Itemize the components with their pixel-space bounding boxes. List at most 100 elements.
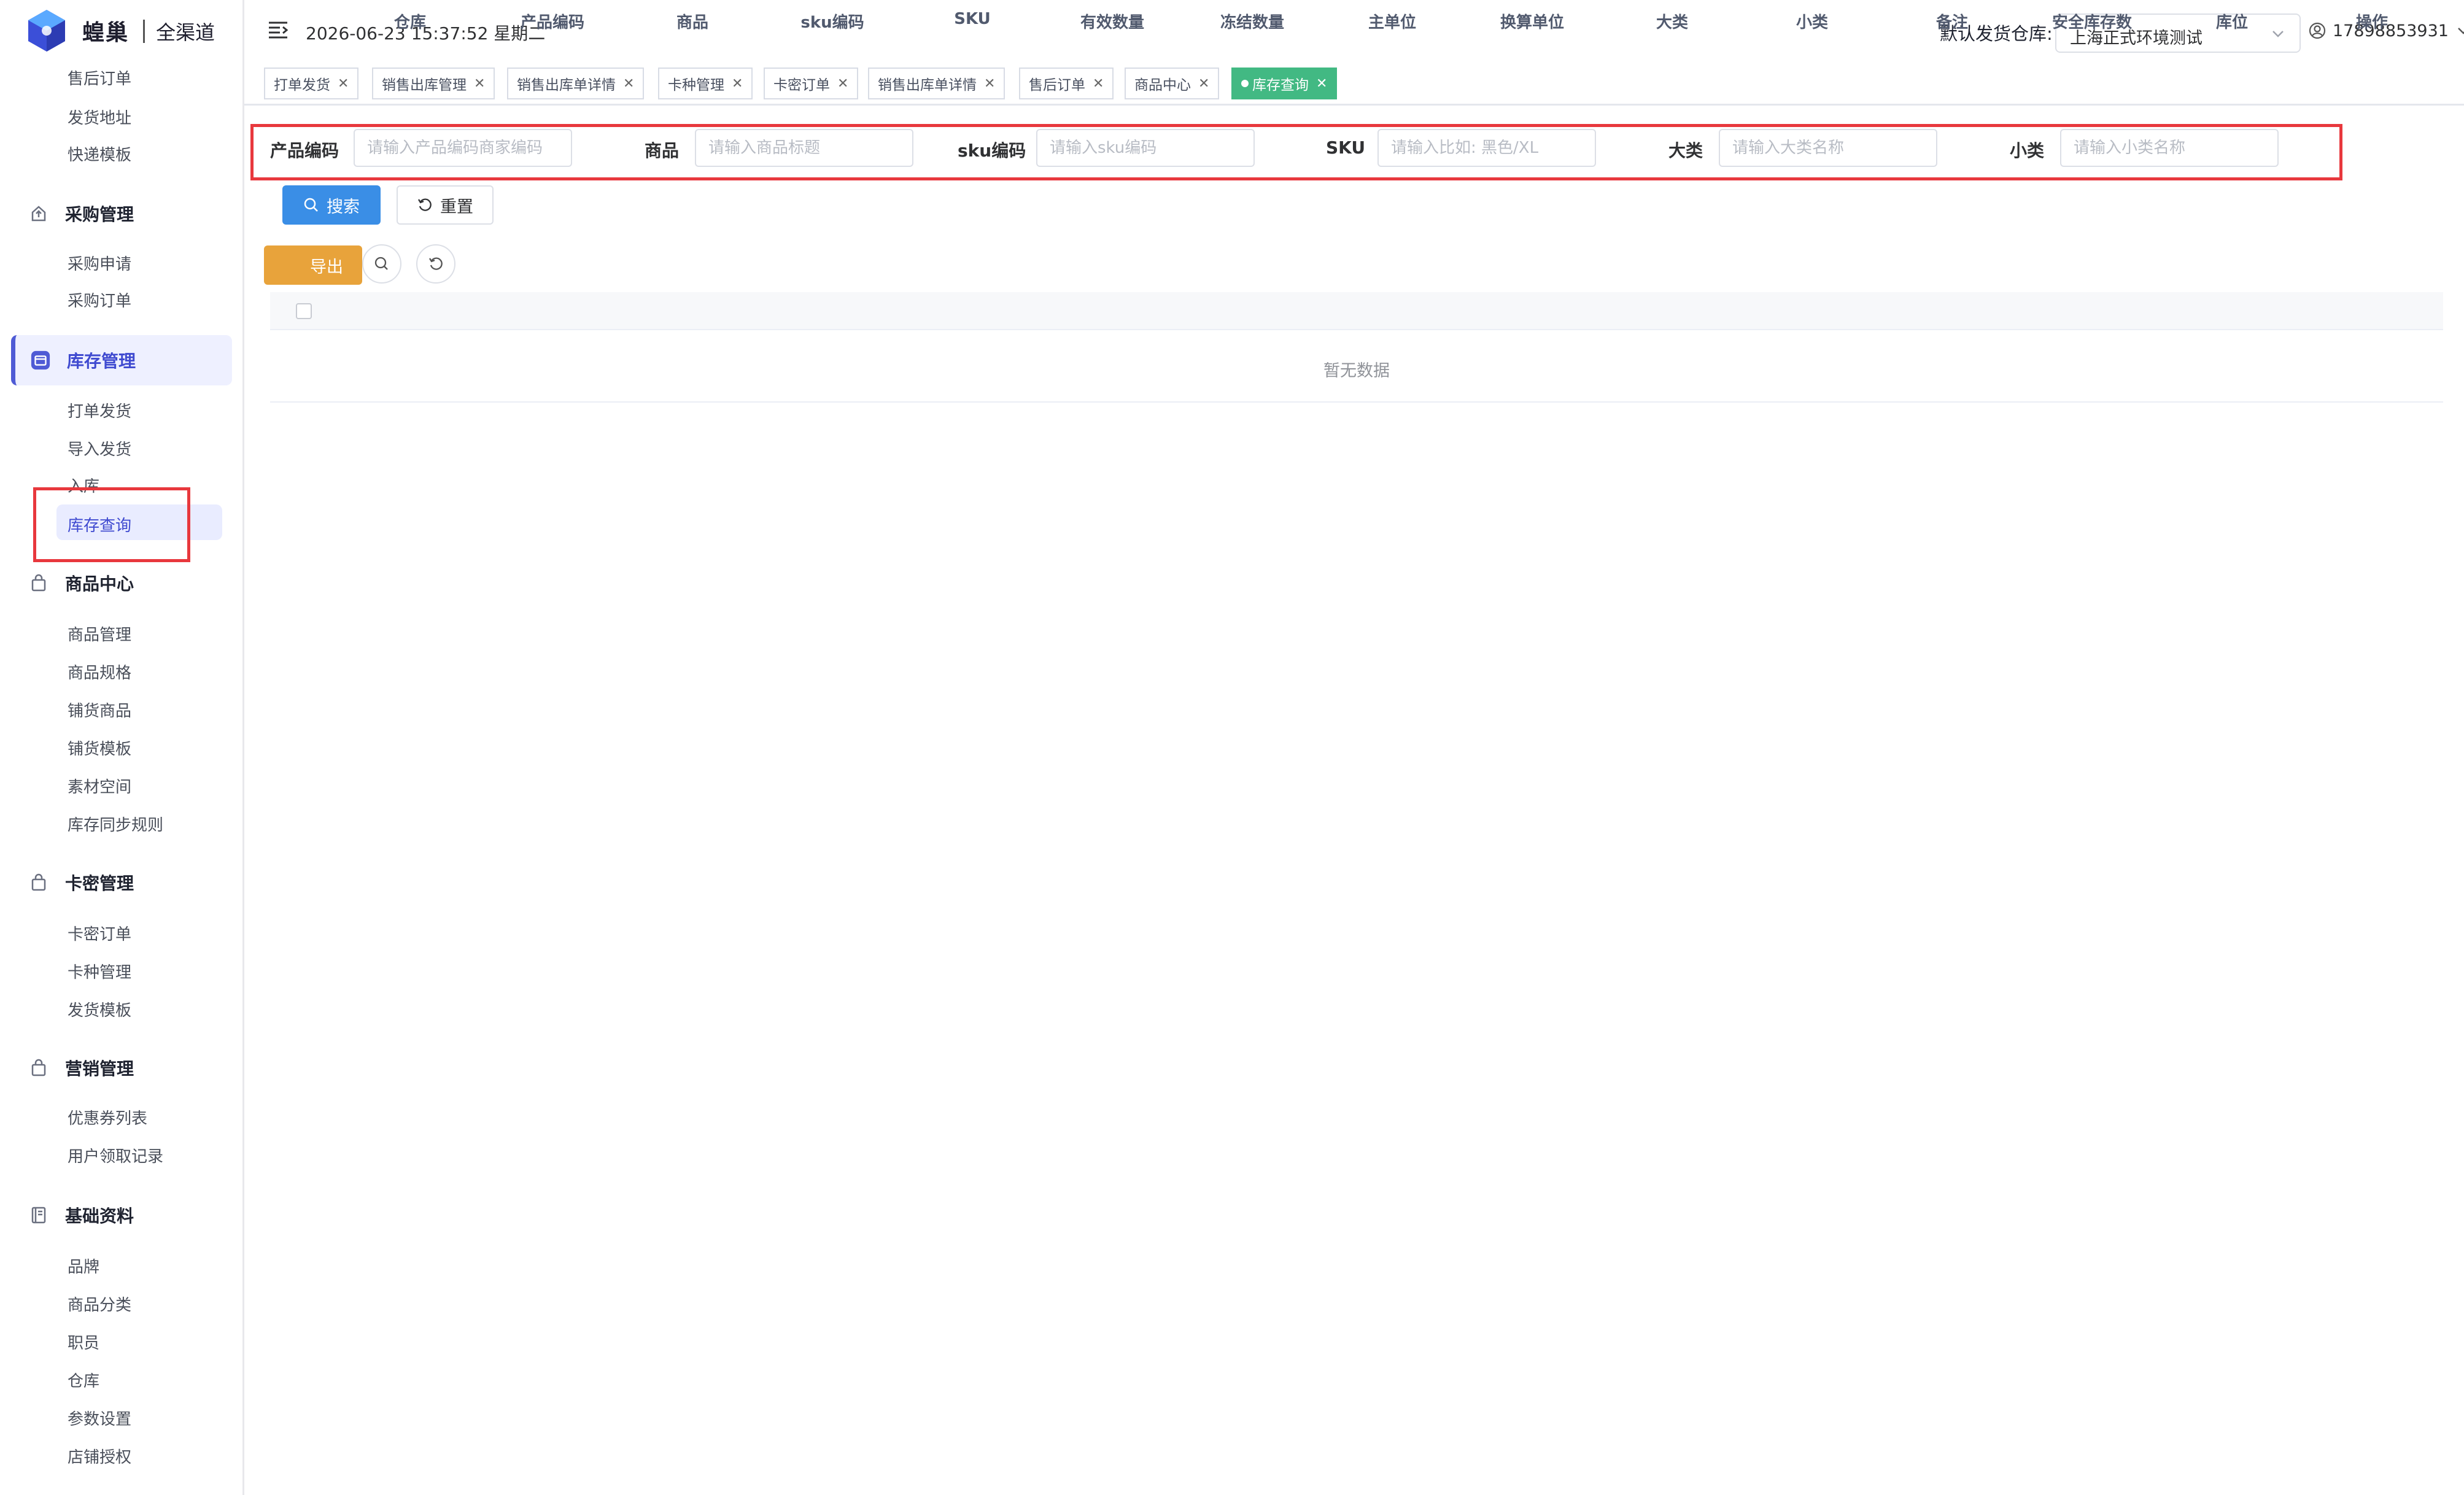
- export-button[interactable]: 导出: [264, 245, 362, 285]
- sidebar-item-brand[interactable]: 品牌: [68, 1254, 99, 1277]
- sidebar-item-parameter-settings[interactable]: 参数设置: [68, 1407, 131, 1429]
- sidebar-item-product-manage[interactable]: 商品管理: [68, 622, 131, 645]
- tab-sales-outbound[interactable]: 销售出库管理 ✕: [372, 68, 495, 99]
- toggle-search-button[interactable]: [362, 244, 401, 284]
- close-icon[interactable]: ✕: [732, 76, 743, 91]
- sidebar: 蝗巢 全渠道 售后订单 发货地址 快递模板 采购管理 采购申请 采购订单 库存管…: [0, 0, 244, 1495]
- user-icon: [2309, 22, 2326, 39]
- chevron-down-icon: [2272, 31, 2284, 37]
- sidebar-item-staff[interactable]: 职员: [68, 1331, 99, 1353]
- menu-toggle-icon[interactable]: [268, 21, 289, 39]
- close-icon[interactable]: ✕: [338, 76, 349, 91]
- sidebar-item-express-template[interactable]: 快递模板: [68, 142, 131, 165]
- tab-label: 销售出库单详情: [517, 77, 616, 93]
- tab-print-ship[interactable]: 打单发货 ✕: [264, 68, 359, 99]
- tab-label: 售后订单: [1029, 77, 1085, 93]
- col-sku-code: sku编码: [800, 14, 864, 32]
- select-all-checkbox[interactable]: [296, 303, 312, 319]
- brand-subtitle: 全渠道: [156, 21, 215, 44]
- tab-sales-outbound-detail[interactable]: 销售出库单详情 ✕: [507, 68, 645, 99]
- sidebar-item-store-authorization[interactable]: 店铺授权: [68, 1445, 131, 1467]
- tab-label: 商品中心: [1134, 77, 1191, 93]
- col-major-category: 大类: [1656, 14, 1689, 32]
- search-button[interactable]: 搜索: [282, 185, 381, 225]
- tab-after-sales[interactable]: 售后订单 ✕: [1019, 68, 1114, 99]
- logo-row: 蝗巢 全渠道: [0, 0, 244, 64]
- sidebar-item-print-ship[interactable]: 打单发货: [68, 399, 131, 422]
- sidebar-group-label: 商品中心: [65, 574, 134, 594]
- reset-button[interactable]: 重置: [397, 185, 494, 225]
- sidebar-group-card-secret[interactable]: 卡密管理: [28, 864, 134, 901]
- close-icon[interactable]: ✕: [984, 76, 995, 91]
- sidebar-item-user-claim-records[interactable]: 用户领取记录: [68, 1144, 163, 1167]
- sidebar-item-ship-template[interactable]: 发货模板: [68, 998, 131, 1021]
- sidebar-item-stock-sync-rules[interactable]: 库存同步规则: [68, 813, 163, 835]
- sidebar-group-label: 采购管理: [65, 204, 134, 225]
- table-header: [270, 292, 2443, 330]
- sidebar-item-card-order[interactable]: 卡密订单: [68, 922, 131, 945]
- sidebar-item-product-spec[interactable]: 商品规格: [68, 660, 131, 683]
- col-frozen-qty: 冻结数量: [1220, 14, 1285, 32]
- search-icon: [374, 257, 388, 270]
- col-valid-qty: 有效数量: [1080, 14, 1145, 32]
- sidebar-group-basic-data[interactable]: 基础资料: [28, 1197, 134, 1234]
- col-safety-stock: 安全库存数: [2051, 14, 2133, 32]
- tab-label: 销售出库单详情: [878, 77, 977, 93]
- tab-label: 卡种管理: [668, 77, 724, 93]
- sidebar-item-import-ship[interactable]: 导入发货: [68, 437, 131, 460]
- reset-button-label: 重置: [440, 197, 473, 217]
- col-sku: SKU: [954, 10, 991, 28]
- export-button-label: 导出: [310, 257, 343, 277]
- sidebar-group-label: 库存管理: [67, 351, 136, 371]
- sidebar-item-card-type[interactable]: 卡种管理: [68, 960, 131, 983]
- tab-label: 销售出库管理: [382, 77, 467, 93]
- search-button-label: 搜索: [327, 197, 360, 217]
- close-icon[interactable]: ✕: [623, 76, 634, 91]
- sidebar-item-coupon-list[interactable]: 优惠券列表: [68, 1106, 147, 1129]
- sidebar-item-after-sales[interactable]: 售后订单: [68, 66, 131, 89]
- sidebar-item-purchase-request[interactable]: 采购申请: [68, 252, 131, 274]
- search-icon: [303, 197, 319, 213]
- close-icon[interactable]: ✕: [837, 76, 848, 91]
- sidebar-group-inventory[interactable]: 库存管理: [11, 335, 232, 385]
- sidebar-item-ship-address[interactable]: 发货地址: [68, 106, 131, 128]
- bag-icon: [28, 872, 49, 893]
- book-icon: [28, 1205, 49, 1226]
- sidebar-group-label: 卡密管理: [65, 873, 134, 894]
- col-minor-category: 小类: [1796, 14, 1829, 32]
- col-location: 库位: [2215, 14, 2249, 32]
- purchase-icon: [28, 203, 49, 224]
- tab-card-type[interactable]: 卡种管理 ✕: [658, 68, 753, 99]
- chevron-down-icon: [2458, 28, 2464, 34]
- tab-label: 库存查询: [1252, 77, 1309, 93]
- bag-icon: [28, 573, 49, 593]
- close-icon[interactable]: ✕: [1093, 76, 1104, 91]
- sidebar-item-distribution-template[interactable]: 铺货模板: [68, 736, 131, 759]
- highlight-box-filters: [250, 124, 2342, 180]
- col-remark: 备注: [1935, 14, 1969, 32]
- active-dot-icon: [1241, 80, 1249, 87]
- table-empty-row: 暂无数据: [270, 330, 2443, 403]
- close-icon[interactable]: ✕: [1316, 76, 1327, 91]
- logo-icon: [28, 10, 65, 52]
- col-main-unit: 主单位: [1368, 14, 1417, 32]
- col-warehouse: 仓库: [393, 14, 427, 32]
- sidebar-item-warehouse[interactable]: 仓库: [68, 1369, 99, 1391]
- col-product-code: 产品编码: [520, 14, 585, 32]
- sidebar-group-products[interactable]: 商品中心: [28, 565, 134, 601]
- close-icon[interactable]: ✕: [1198, 76, 1209, 91]
- tab-stock-query[interactable]: 库存查询 ✕: [1231, 68, 1338, 99]
- tab-sales-outbound-detail-2[interactable]: 销售出库单详情 ✕: [868, 68, 1005, 99]
- tab-product-center[interactable]: 商品中心 ✕: [1125, 68, 1220, 99]
- sidebar-item-distribution-product[interactable]: 铺货商品: [68, 698, 131, 721]
- close-icon[interactable]: ✕: [474, 76, 485, 91]
- refresh-button[interactable]: [416, 244, 455, 284]
- sidebar-item-purchase-order[interactable]: 采购订单: [68, 288, 131, 311]
- sidebar-item-product-category[interactable]: 商品分类: [68, 1292, 131, 1315]
- inventory-icon: [30, 350, 51, 371]
- refresh-icon: [417, 197, 433, 213]
- tab-card-order[interactable]: 卡密订单 ✕: [764, 68, 859, 99]
- sidebar-group-purchase[interactable]: 采购管理: [28, 195, 134, 232]
- sidebar-item-material-space[interactable]: 素材空间: [68, 775, 131, 797]
- sidebar-group-marketing[interactable]: 营销管理: [28, 1049, 134, 1086]
